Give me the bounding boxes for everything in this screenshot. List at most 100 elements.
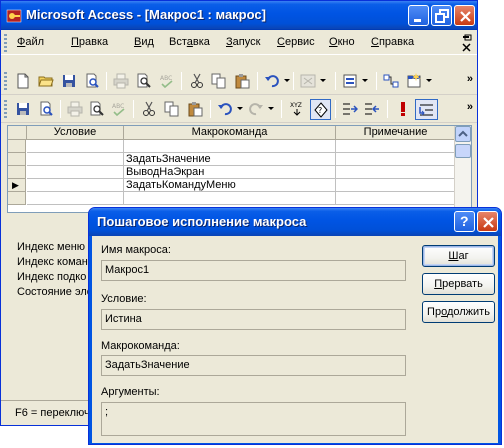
arguments-label: Аргументы: <box>101 386 160 398</box>
print-preview-icon[interactable] <box>136 73 152 89</box>
action-field: ЗадатьЗначение <box>101 355 406 376</box>
cut-icon[interactable] <box>189 73 205 89</box>
copy-icon[interactable] <box>211 73 227 89</box>
macro-name-label: Имя макроса: <box>101 244 171 256</box>
paste-icon[interactable] <box>187 101 203 117</box>
delete-rows-icon[interactable] <box>364 101 380 117</box>
cut-icon[interactable] <box>141 101 157 117</box>
menu-edit[interactable]: Правка <box>71 36 108 48</box>
menu-file[interactable]: Файл <box>17 36 44 48</box>
file-search-icon[interactable] <box>38 101 54 117</box>
column-header-condition[interactable]: Условие <box>27 126 124 140</box>
new-document-icon[interactable] <box>15 73 31 89</box>
toolbar-grip[interactable] <box>4 100 7 118</box>
minimize-button[interactable] <box>408 5 429 26</box>
argument-label-command-index: Индекс коман, <box>17 256 91 268</box>
current-row-arrow-icon: ▶ <box>12 180 19 190</box>
menubar-grip[interactable] <box>4 34 7 52</box>
svg-text:?: ? <box>318 106 322 115</box>
analyze-icon[interactable] <box>342 73 358 89</box>
conditions-toggle-button[interactable]: ? <box>310 99 331 120</box>
save-icon[interactable] <box>61 73 77 89</box>
grid-cell-action[interactable]: ЗадатьКомандуМеню <box>124 179 336 192</box>
grid-cell-condition[interactable] <box>27 179 124 192</box>
undo-icon[interactable] <box>217 101 233 117</box>
toolbar-overflow-chevron[interactable]: » <box>467 73 473 85</box>
grid-cell-comment[interactable] <box>336 179 456 192</box>
office-links-icon[interactable] <box>300 73 316 89</box>
grid-cell-condition[interactable] <box>27 192 124 205</box>
grid-corner[interactable] <box>8 126 27 140</box>
undo-dropdown-arrow[interactable] <box>237 107 243 110</box>
close-button[interactable] <box>454 5 475 26</box>
print-icon[interactable] <box>113 73 129 89</box>
print-icon[interactable] <box>67 101 83 117</box>
grid-cell-comment[interactable] <box>336 192 456 205</box>
grid-cell-condition[interactable] <box>27 140 124 153</box>
grid-cell-condition[interactable] <box>27 153 124 166</box>
grid-cell-action[interactable]: ВыводНаЭкран <box>124 166 336 179</box>
new-object-icon[interactable] <box>406 73 422 89</box>
maximize-button[interactable] <box>431 5 452 26</box>
print-preview-icon[interactable] <box>89 101 105 117</box>
column-header-comment[interactable]: Примечание <box>336 126 456 140</box>
scroll-up-button[interactable] <box>455 126 471 142</box>
title-bar[interactable]: Microsoft Access - [Макрос1 : макрос] <box>1 1 477 30</box>
grid-cell-action[interactable] <box>124 192 336 205</box>
grid-vertical-scrollbar[interactable] <box>454 126 471 212</box>
analyze-dropdown-arrow[interactable] <box>362 79 368 82</box>
relationships-icon[interactable] <box>383 73 399 89</box>
row-selector[interactable] <box>8 140 26 153</box>
insert-rows-icon[interactable] <box>342 101 358 117</box>
copy-icon[interactable] <box>164 101 180 117</box>
macro-names-icon[interactable]: XYZ <box>289 101 305 117</box>
redo-dropdown-arrow[interactable] <box>268 107 274 110</box>
macro-name-field: Макрос1 <box>101 260 406 281</box>
single-step-icon <box>419 104 433 116</box>
spelling-icon[interactable]: ABC <box>111 101 127 117</box>
grid-cell-comment[interactable] <box>336 153 456 166</box>
menu-view[interactable]: Вид <box>134 36 154 48</box>
menu-help[interactable]: Справка <box>371 36 414 48</box>
status-text: F6 = переключ <box>15 407 90 419</box>
spelling-icon[interactable]: ABC <box>159 73 175 89</box>
dialog-help-button[interactable]: ? <box>454 211 475 232</box>
menu-run[interactable]: Запуск <box>226 36 260 48</box>
step-button[interactable]: Шаг <box>422 245 495 267</box>
halt-button[interactable]: Прервать <box>422 273 495 295</box>
current-row-selector[interactable]: ▶ <box>8 179 26 192</box>
continue-button[interactable]: Продолжить <box>422 301 495 323</box>
undo-dropdown-arrow[interactable] <box>284 79 290 82</box>
office-links-dropdown-arrow[interactable] <box>320 79 326 82</box>
row-selector[interactable] <box>8 166 26 179</box>
grid-cell-action[interactable] <box>124 140 336 153</box>
menu-tools[interactable]: Сервис <box>277 36 315 48</box>
new-object-dropdown-arrow[interactable] <box>426 79 432 82</box>
redo-icon[interactable] <box>248 101 264 117</box>
save-icon[interactable] <box>15 101 31 117</box>
grid-cell-condition[interactable] <box>27 166 124 179</box>
toolbar-overflow-chevron[interactable]: » <box>467 101 473 113</box>
file-search-icon[interactable] <box>84 73 100 89</box>
scroll-thumb[interactable] <box>455 144 471 158</box>
help-icon: ? <box>460 213 469 229</box>
mdi-window-controls[interactable] <box>461 34 473 52</box>
dialog-close-button[interactable] <box>477 211 498 232</box>
menu-window[interactable]: Окно <box>329 36 355 48</box>
single-step-toggle-button[interactable] <box>415 99 438 120</box>
open-folder-icon[interactable] <box>38 73 54 89</box>
toolbar-grip[interactable] <box>4 72 7 90</box>
dialog-title-bar[interactable]: Пошаговое исполнение макроса ? <box>89 208 501 236</box>
row-selector[interactable] <box>8 192 26 205</box>
run-icon[interactable] <box>395 101 411 117</box>
menu-insert[interactable]: Вставка <box>169 36 210 48</box>
grid-cell-action[interactable]: ЗадатьЗначение <box>124 153 336 166</box>
dialog-body: Имя макроса: Макрос1 Условие: Истина Мак… <box>92 236 498 443</box>
grid-cell-comment[interactable] <box>336 140 456 153</box>
paste-icon[interactable] <box>234 73 250 89</box>
undo-icon[interactable] <box>264 73 280 89</box>
grid-cell-comment[interactable] <box>336 166 456 179</box>
column-header-action[interactable]: Макрокоманда <box>124 126 336 140</box>
argument-label-menu-index: Индекс меню <box>17 241 86 253</box>
row-selector[interactable] <box>8 153 26 166</box>
